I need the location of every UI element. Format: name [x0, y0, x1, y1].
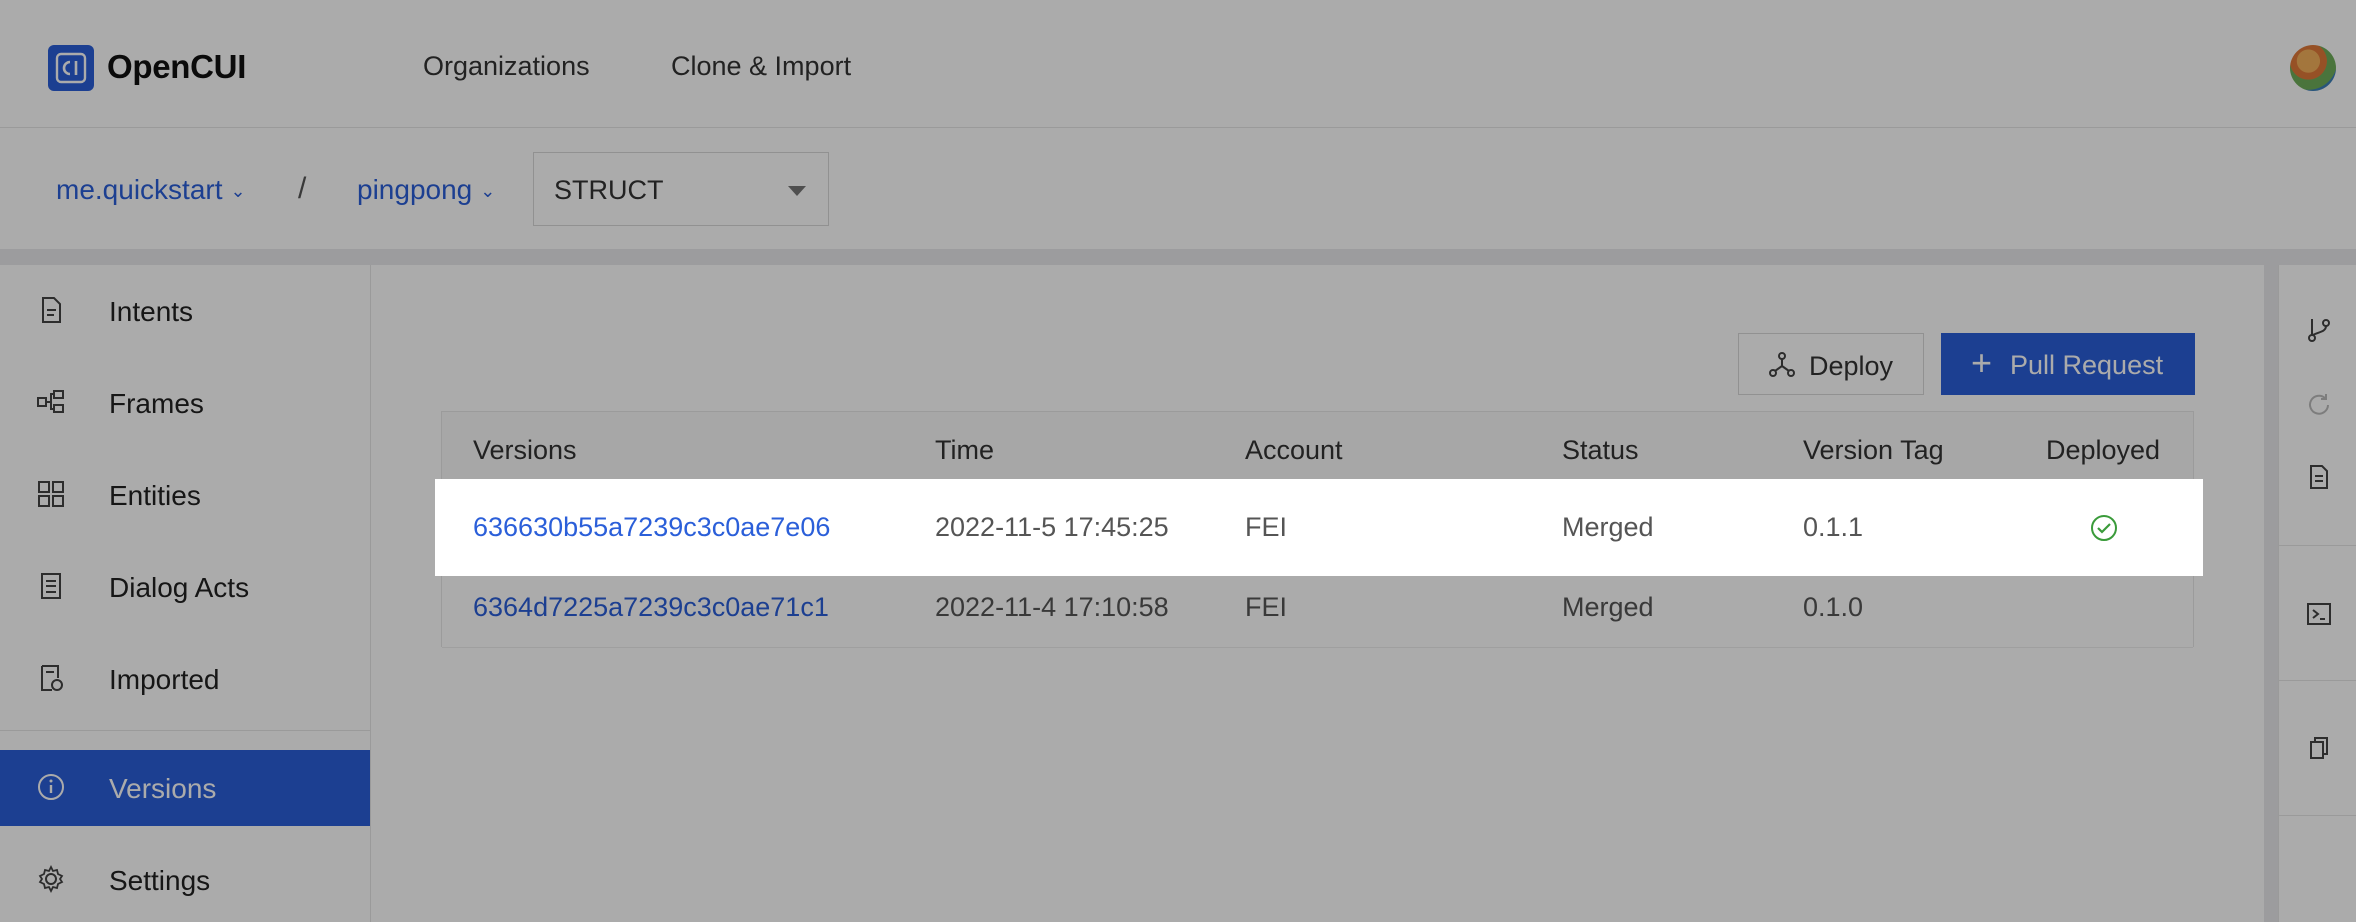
terminal-icon[interactable]: [2305, 600, 2333, 628]
sidebar-item-versions[interactable]: Versions: [0, 750, 370, 826]
plus-icon: +: [1971, 342, 1993, 383]
struct-select[interactable]: STRUCT: [533, 152, 829, 226]
nav-clone-import[interactable]: Clone & Import: [671, 51, 851, 82]
header-time: Time: [935, 435, 994, 465]
sidebar-item-label: Intents: [109, 296, 194, 327]
row-version-tag: 0.1.1: [1803, 512, 1864, 542]
sidebar-item-label: Entities: [109, 480, 201, 511]
divider-strip: [0, 249, 2356, 265]
sidebar-item-entities[interactable]: Entities: [0, 457, 370, 533]
version-link[interactable]: 6364d7225a7239c3c0ae71c1: [473, 592, 829, 623]
info-icon: [38, 774, 64, 800]
sidebar-item-label: Dialog Acts: [109, 572, 250, 603]
sidebar-item-label: Versions: [109, 773, 217, 804]
sidebar-divider: [0, 730, 370, 731]
header-deployed: Deployed: [2046, 435, 2161, 465]
brand-name: OpenCUI: [107, 48, 247, 85]
rail-divider: [2279, 545, 2356, 546]
sidebar-item-settings[interactable]: Settings: [0, 842, 370, 918]
breadcrumb-org[interactable]: me.quickstart ⌄: [56, 174, 246, 206]
table-row[interactable]: 636630b55a7239c3c0ae7e06 2022-11-5 17:45…: [435, 479, 2203, 576]
sidebar-item-label: Settings: [109, 865, 211, 896]
deployed-check-icon: [2091, 515, 2117, 541]
deploy-icon: [1769, 352, 1795, 377]
row-time: 2022-11-5 17:45:25: [935, 512, 1169, 542]
frames-icon: [37, 390, 64, 413]
struct-select-value: STRUCT: [554, 175, 664, 205]
pull-request-button-label: Pull Request: [2010, 350, 2164, 380]
breadcrumb-separator: /: [298, 172, 307, 205]
table-row: 6364d7225a7239c3c0ae71c1 2022-11-4 17:10…: [442, 569, 2193, 648]
sidebar-item-frames[interactable]: Frames: [0, 365, 370, 441]
right-toolbar: [2278, 265, 2356, 922]
version-link[interactable]: 636630b55a7239c3c0ae7e06: [473, 512, 830, 543]
dialog-acts-icon: [41, 573, 61, 599]
chevron-down-icon: ⌄: [480, 181, 496, 202]
refresh-icon[interactable]: [2305, 391, 2333, 419]
report-icon[interactable]: [2305, 463, 2333, 491]
opencui-logo[interactable]: [48, 45, 94, 91]
user-avatar[interactable]: [2290, 45, 2336, 91]
row-account: FEI: [1245, 592, 1288, 622]
top-header: OpenCUI Organizations Clone & Import: [0, 0, 2356, 128]
header-status: Status: [1562, 435, 1639, 465]
nav-organizations[interactable]: Organizations: [423, 51, 590, 82]
chevron-down-icon: ⌄: [230, 181, 246, 202]
row-version-tag: 0.1.0: [1803, 592, 1864, 622]
document-icon: [42, 297, 61, 323]
row-time: 2022-11-4 17:10:58: [935, 592, 1169, 622]
rail-divider: [2279, 815, 2356, 816]
copy-icon[interactable]: [2305, 734, 2333, 762]
entities-icon: [38, 481, 64, 507]
deploy-button[interactable]: Deploy: [1738, 333, 1924, 395]
row-status: Merged: [1562, 512, 1654, 542]
sidebar-item-label: Imported: [109, 664, 220, 695]
rail-divider: [2279, 680, 2356, 681]
pull-request-button[interactable]: + Pull Request: [1941, 333, 2195, 395]
row-status: Merged: [1562, 592, 1654, 622]
branch-icon[interactable]: [2305, 316, 2333, 344]
header-version-tag: Version Tag: [1803, 435, 1944, 465]
gear-icon: [38, 864, 64, 894]
sidebar-item-dialog-acts[interactable]: Dialog Acts: [0, 549, 370, 625]
scrollbar-track[interactable]: [2264, 265, 2278, 922]
sidebar: Intents Frames Entities Dialog Acts Impo…: [0, 265, 371, 922]
header-versions: Versions: [473, 435, 577, 465]
breadcrumb-bar: [0, 128, 2356, 249]
row-account: FEI: [1245, 512, 1288, 542]
imported-icon: [41, 665, 63, 691]
sidebar-item-label: Frames: [109, 388, 204, 419]
sidebar-item-imported[interactable]: Imported: [0, 641, 370, 717]
sidebar-item-intents[interactable]: Intents: [0, 273, 370, 349]
header-account: Account: [1245, 435, 1343, 465]
deploy-button-label: Deploy: [1809, 351, 1894, 381]
breadcrumb-project[interactable]: pingpong ⌄: [357, 174, 495, 206]
caret-down-icon: [788, 186, 806, 196]
